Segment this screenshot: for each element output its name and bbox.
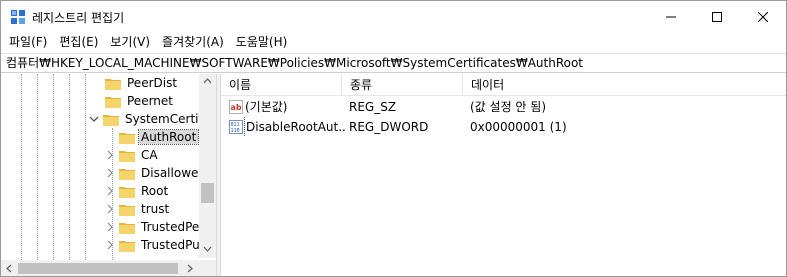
chevron-right-icon[interactable] — [105, 186, 115, 196]
tree-item-label: Root — [141, 184, 169, 198]
value-name-cell: ab (기본값) — [229, 97, 347, 117]
value-type: REG_SZ — [349, 100, 397, 114]
folder-icon — [119, 168, 135, 180]
chevron-right-icon[interactable] — [105, 240, 115, 250]
menu-view[interactable]: 보기(V) — [104, 32, 156, 52]
address-bar[interactable]: 컴퓨터₩HKEY_LOCAL_MACHINE₩SOFTWARE₩Policies… — [1, 53, 786, 73]
menu-bar: 파일(F) 편집(E) 보기(V) 즐겨찾기(A) 도움말(H) — [1, 32, 786, 52]
folder-icon — [119, 186, 135, 198]
tree-horizontal-scrollbar[interactable] — [1, 260, 199, 276]
scroll-left-icon[interactable] — [6, 264, 12, 273]
folder-icon — [105, 96, 121, 108]
value-row-default[interactable]: ab (기본값) REG_SZ (값 설정 안 됨) — [221, 97, 786, 117]
tree-vertical-scrollbar[interactable] — [199, 74, 216, 258]
value-name: (기본값) — [245, 100, 288, 114]
minimize-button[interactable] — [648, 1, 694, 32]
column-header-type[interactable]: 종류 — [342, 74, 463, 96]
value-name-cell: 011 110 DisableRootAut... — [229, 117, 347, 137]
tree-guide-line — [85, 74, 86, 260]
tree-item-authroot[interactable]: AuthRoot — [119, 128, 200, 146]
title-bar[interactable]: 레지스트리 편집기 — [1, 1, 786, 32]
close-button[interactable] — [740, 1, 786, 32]
tree-item-label: CA — [141, 148, 158, 162]
folder-icon — [105, 78, 121, 90]
folder-icon — [119, 132, 135, 144]
string-value-icon: ab — [229, 100, 243, 114]
folder-icon — [119, 222, 135, 234]
value-row-disablerootautoupdate[interactable]: 011 110 DisableRootAut... REG_DWORD 0x00… — [221, 117, 786, 137]
menu-file[interactable]: 파일(F) — [3, 32, 53, 52]
svg-text:ab: ab — [231, 103, 242, 112]
scroll-right-icon[interactable] — [187, 264, 193, 273]
tree-item-peerdist[interactable]: PeerDist — [105, 74, 179, 92]
binary-value-icon: 011 110 — [229, 120, 243, 134]
tree-item-root[interactable]: Root — [105, 182, 170, 200]
tree-item-systemcertificates[interactable]: SystemCertific — [89, 110, 215, 128]
column-header-data[interactable]: 데이터 — [463, 74, 786, 96]
scroll-up-icon[interactable] — [203, 78, 212, 84]
maximize-button[interactable] — [694, 1, 740, 32]
tree-item-label: AuthRoot — [137, 129, 200, 145]
value-type: REG_DWORD — [349, 120, 429, 134]
registry-editor-window: 레지스트리 편집기 파일(F) 편집(E) 보기(V) 즐겨찾기(A) 도움말(… — [0, 0, 787, 277]
scrollbar-corner — [199, 260, 216, 276]
window-title: 레지스트리 편집기 — [32, 11, 125, 25]
tree-item-label: trust — [141, 202, 170, 216]
registry-editor-icon — [11, 10, 25, 24]
tree-guide-line — [53, 74, 54, 260]
tree-item-label: PeerDist — [127, 76, 178, 90]
tree-item-peernet[interactable]: Peernet — [105, 92, 175, 110]
scrollbar-thumb[interactable] — [201, 183, 214, 203]
key-tree[interactable]: PeerDist Peernet SystemCertific AuthRoot… — [1, 74, 216, 276]
column-header-name[interactable]: 이름 — [221, 74, 342, 96]
list-header: 이름 종류 데이터 — [221, 74, 786, 96]
maximize-icon — [712, 11, 722, 22]
menu-favorites[interactable]: 즐겨찾기(A) — [156, 32, 230, 52]
folder-icon — [119, 240, 135, 252]
tree-item-ca[interactable]: CA — [105, 146, 160, 164]
tree-item-disallowed[interactable]: Disallowed — [105, 164, 208, 182]
tree-guide-line — [69, 74, 70, 260]
close-icon — [758, 11, 768, 22]
tree-guide-line — [21, 74, 22, 260]
chevron-down-icon[interactable] — [89, 114, 99, 124]
svg-text:110: 110 — [231, 128, 240, 134]
menu-help[interactable]: 도움말(H) — [230, 32, 294, 52]
chevron-right-icon[interactable] — [105, 168, 115, 178]
minimize-icon — [666, 16, 676, 17]
tree-item-label: Disallowed — [141, 166, 207, 180]
chevron-right-icon[interactable] — [105, 204, 115, 214]
tree-item-trustedpeople[interactable]: TrustedPeo — [105, 218, 209, 236]
folder-icon — [119, 150, 135, 162]
menu-edit[interactable]: 편집(E) — [53, 32, 104, 52]
tree-guide-line — [37, 74, 38, 260]
value-data: (값 설정 안 됨) — [470, 100, 547, 114]
scrollbar-thumb[interactable] — [18, 263, 178, 274]
value-name: DisableRootAut... — [244, 117, 347, 137]
scroll-down-icon[interactable] — [203, 246, 212, 252]
folder-open-icon — [103, 114, 119, 126]
value-data: 0x00000001 (1) — [470, 120, 567, 134]
tree-item-label: Peernet — [127, 94, 173, 108]
chevron-right-icon[interactable] — [105, 150, 115, 160]
value-list[interactable]: 이름 종류 데이터 ab (기본값) REG_SZ (값 설정 안 됨) 011… — [221, 74, 786, 276]
tree-item-trustedpublisher[interactable]: TrustedPub — [105, 236, 209, 254]
tree-item-trust[interactable]: trust — [105, 200, 171, 218]
folder-icon — [119, 204, 135, 216]
chevron-right-icon[interactable] — [105, 222, 115, 232]
